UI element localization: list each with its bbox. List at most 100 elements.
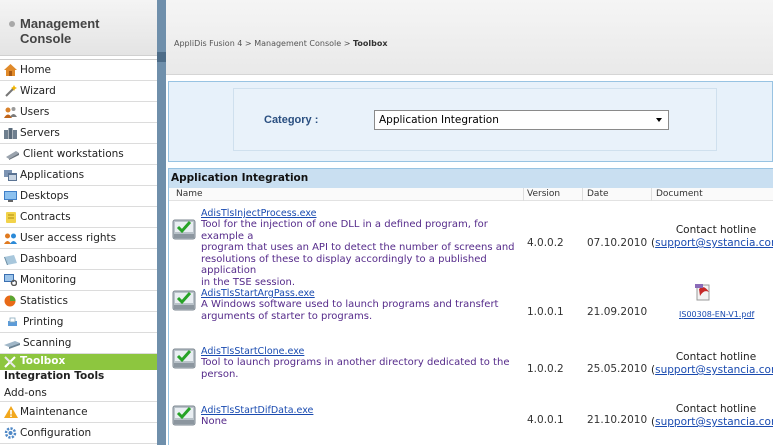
sidebar-item-label: Monitoring <box>20 274 77 286</box>
app-window: Management Console Home Wizard Users Ser… <box>0 0 773 445</box>
sidebar-item-label: Configuration <box>20 427 92 439</box>
toolbox-icon <box>4 356 17 368</box>
sidebar-item-label: Users <box>20 106 50 118</box>
column-header-document[interactable]: Document <box>656 188 703 201</box>
sidebar-header: Management Console <box>0 0 157 56</box>
sidebar-item-wizard[interactable]: Wizard <box>0 81 157 102</box>
contracts-icon <box>4 211 17 223</box>
support-email-link[interactable]: support@systancia.com <box>655 416 773 428</box>
sidebar-item-printing[interactable]: Printing <box>0 312 157 333</box>
tool-date: 21.09.2010 <box>587 306 648 318</box>
category-panel: Category : Application Integration <box>168 81 773 162</box>
scanner-icon <box>4 337 20 349</box>
sidebar-item-scanning[interactable]: Scanning <box>0 333 157 354</box>
sidebar-item-client-workstations[interactable]: Client workstations <box>0 144 157 165</box>
workstation-icon <box>4 148 19 160</box>
contact-hotline-label: Contact hotline <box>675 403 757 415</box>
warning-icon <box>4 406 18 418</box>
tool-name-link[interactable]: AdisTlsStartClone.exe <box>201 346 304 357</box>
sidebar-item-desktops[interactable]: Desktops <box>0 186 157 207</box>
sidebar-title: Management <box>20 16 100 31</box>
sidebar-item-monitoring[interactable]: Monitoring <box>0 270 157 291</box>
table-row: AdisTlsStartDifData.exe None 4.0.0.1 21.… <box>169 401 773 445</box>
configuration-icon <box>4 427 17 439</box>
breadcrumb-current: Toolbox <box>352 39 388 48</box>
users-icon <box>4 106 17 118</box>
sidebar-item-configuration[interactable]: Configuration <box>0 423 157 444</box>
sidebar-subtitle: Console <box>20 31 72 46</box>
document-file-link[interactable]: IS00308-EN-V1.pdf <box>679 310 754 319</box>
sidebar-item-home[interactable]: Home <box>0 60 157 81</box>
breadcrumb: AppliDis Fusion 4 > Management Console >… <box>174 39 388 48</box>
column-header-version[interactable]: Version <box>527 188 560 201</box>
sidebar-item-dashboard[interactable]: Dashboard <box>0 249 157 270</box>
monitoring-icon <box>4 274 17 286</box>
sidebar-item-toolbox[interactable]: Toolbox <box>0 354 157 370</box>
category-label: Category : <box>264 114 319 126</box>
support-email-link[interactable]: support@systancia.com <box>655 364 773 376</box>
sidebar-item-label: Printing <box>23 316 64 328</box>
breadcrumb-separator: > <box>341 39 353 48</box>
tool-version: 4.0.0.1 <box>527 414 564 426</box>
table-header: Name Version Date Document <box>169 188 773 201</box>
table-row: AdisTlsStartClone.exe Tool to launch pro… <box>169 343 773 393</box>
header-bar: AppliDis Fusion 4 > Management Console >… <box>166 0 773 75</box>
column-header-name[interactable]: Name <box>176 188 203 201</box>
sidebar-item-statistics[interactable]: Statistics <box>0 291 157 312</box>
tool-version: 1.0.0.2 <box>527 363 564 375</box>
tool-name-link[interactable]: AdisTlsStartArgPass.exe <box>201 288 315 299</box>
sidebar-item-label: Statistics <box>20 295 68 307</box>
table-row: AdisTlsInjectProcess.exe Tool for the in… <box>169 205 773 288</box>
table-title: Application Integration <box>169 169 773 188</box>
sidebar-item-contracts[interactable]: Contracts <box>0 207 157 228</box>
sidebar-item-user-access-rights[interactable]: User access rights <box>0 228 157 249</box>
sidebar-item-label: Toolbox <box>20 355 66 367</box>
tool-document: Contact hotline (support@systancia.com) <box>651 351 773 377</box>
sidebar-splitter[interactable] <box>157 0 166 445</box>
sidebar-item-users[interactable]: Users <box>0 102 157 123</box>
table-row: AdisTlsStartArgPass.exe A Windows softwa… <box>169 283 773 335</box>
main-content: AppliDis Fusion 4 > Management Console >… <box>166 0 773 445</box>
tool-description: Tool for the injection of one DLL in a d… <box>201 219 515 288</box>
sidebar-subitem-integration-tools[interactable]: Integration Tools <box>0 370 157 385</box>
printer-icon <box>4 316 17 328</box>
tool-description: Tool to launch programs in another direc… <box>201 357 510 380</box>
sidebar-item-label: Maintenance <box>20 406 88 418</box>
sidebar-item-applications[interactable]: Applications <box>0 165 157 186</box>
tool-name-link[interactable]: AdisTlsInjectProcess.exe <box>201 208 317 219</box>
category-selected-value: Application Integration <box>379 114 499 126</box>
tool-date: 07.10.2010 <box>587 237 648 249</box>
sidebar-item-label: Home <box>20 64 52 76</box>
tool-description: A Windows software used to launch progra… <box>201 299 499 322</box>
sidebar-item-label: Applications <box>20 169 85 181</box>
tool-document: Contact hotline (support@systancia.com) <box>651 403 773 429</box>
wand-icon <box>4 85 17 97</box>
tool-version: 4.0.0.2 <box>527 237 564 249</box>
column-header-date[interactable]: Date <box>587 188 609 201</box>
sidebar-subitem-label: Add-ons <box>4 387 47 399</box>
access-rights-icon <box>4 232 17 244</box>
sidebar-item-maintenance[interactable]: Maintenance <box>0 402 157 423</box>
tool-description: None <box>201 416 228 427</box>
tool-document: Contact hotline (support@systancia.com) <box>651 224 773 250</box>
sidebar: Management Console Home Wizard Users Ser… <box>0 0 157 445</box>
breadcrumb-separator: > <box>242 39 255 48</box>
breadcrumb-item-applidis[interactable]: AppliDis Fusion 4 <box>174 39 242 48</box>
breadcrumb-item-console[interactable]: Management Console <box>254 39 341 48</box>
pdf-document-icon[interactable] <box>695 283 713 301</box>
chevron-down-icon <box>656 118 662 122</box>
sidebar-item-label: Wizard <box>20 85 56 97</box>
tool-name-link[interactable]: AdisTlsStartDifData.exe <box>201 405 313 416</box>
category-select[interactable]: Application Integration <box>374 110 669 130</box>
sidebar-item-label: Contracts <box>20 211 71 223</box>
tool-date: 21.10.2010 <box>587 414 648 426</box>
support-email-link[interactable]: support@systancia.com <box>655 237 773 249</box>
applications-icon <box>4 169 17 181</box>
sidebar-item-label: User access rights <box>20 232 117 244</box>
sidebar-item-servers[interactable]: Servers <box>0 123 157 144</box>
sidebar-subitem-add-ons[interactable]: Add-ons <box>0 385 157 402</box>
statistics-icon <box>4 295 17 307</box>
sidebar-item-label: Client workstations <box>23 148 124 160</box>
bullet-icon <box>9 21 15 27</box>
splitter-grip[interactable] <box>157 52 166 62</box>
